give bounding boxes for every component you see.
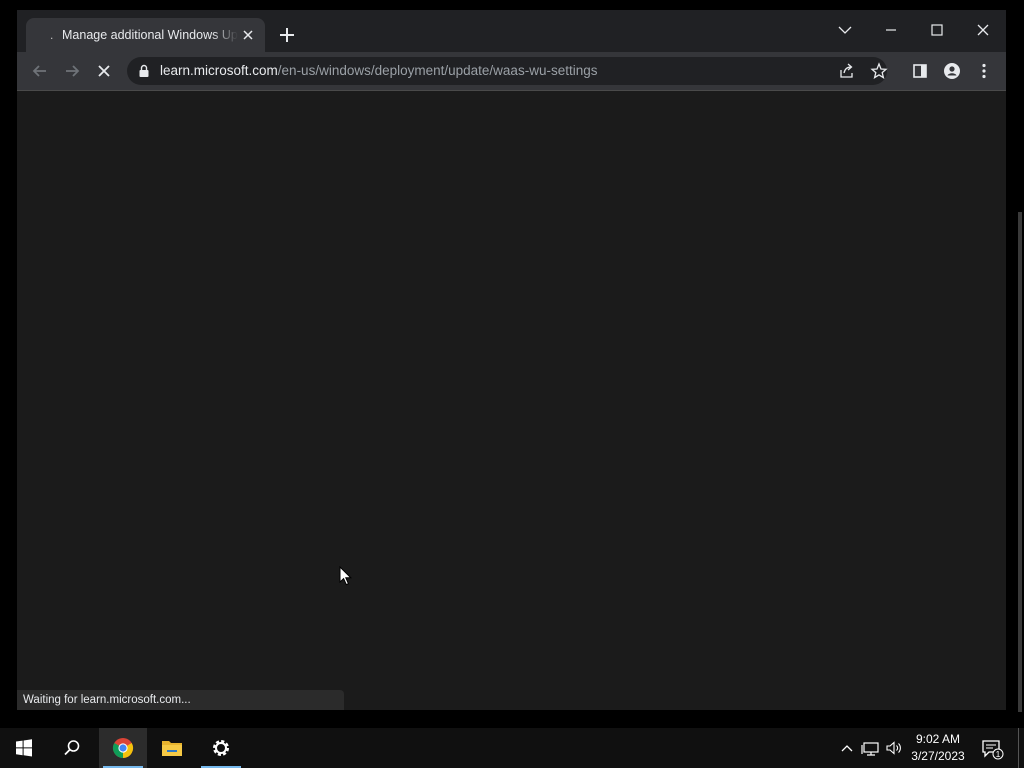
tab-title: Manage additional Windows Update setting… — [62, 28, 238, 42]
close-window-button[interactable] — [968, 16, 998, 44]
file-explorer-icon — [162, 741, 182, 756]
taskbar-clock[interactable]: 9:02 AM 3/27/2023 — [905, 731, 971, 765]
page-content[interactable] — [17, 91, 1006, 710]
title-bar: . Manage additional Windows Update setti… — [17, 10, 1006, 52]
profile-button[interactable] — [942, 61, 962, 81]
search-button[interactable] — [48, 728, 96, 768]
scrollbar[interactable] — [1018, 212, 1022, 712]
status-bubble: Waiting for learn.microsoft.com... — [17, 690, 344, 710]
url-path: /en-us/windows/deployment/update/waas-wu… — [277, 63, 598, 78]
back-button[interactable] — [30, 61, 50, 81]
search-icon — [64, 740, 80, 756]
side-panel-button[interactable] — [910, 61, 930, 81]
address-bar[interactable]: learn.microsoft.com/en-us/windows/deploy… — [127, 57, 888, 85]
loading-dot-icon: . — [50, 28, 54, 42]
start-button[interactable] — [0, 728, 48, 768]
browser-menu-button[interactable] — [974, 61, 994, 81]
lock-icon[interactable] — [138, 64, 150, 78]
forward-button[interactable] — [62, 61, 82, 81]
settings-taskbar-button[interactable] — [197, 728, 245, 768]
star-icon[interactable] — [870, 62, 888, 80]
browser-tab[interactable]: . Manage additional Windows Update setti… — [26, 18, 265, 52]
url-host: learn.microsoft.com — [160, 63, 278, 78]
tab-close-icon[interactable] — [240, 27, 256, 43]
new-tab-button[interactable] — [277, 25, 297, 45]
settings-icon — [213, 740, 229, 756]
clock-date: 3/27/2023 — [911, 749, 965, 763]
notification-count: 1 — [996, 749, 1001, 759]
maximize-button[interactable] — [922, 16, 952, 44]
chrome-icon — [112, 738, 134, 759]
start-icon — [16, 739, 32, 757]
network-icon[interactable] — [861, 738, 881, 758]
file-explorer-button[interactable] — [148, 728, 196, 768]
minimize-button[interactable] — [876, 16, 906, 44]
chrome-taskbar-button[interactable] — [99, 728, 147, 768]
stop-loading-button[interactable] — [94, 61, 114, 81]
taskbar — [0, 728, 1024, 768]
tab-search-button[interactable] — [830, 16, 860, 44]
share-icon[interactable] — [838, 62, 856, 80]
clock-time: 9:02 AM — [915, 732, 961, 746]
show-desktop-button[interactable] — [1018, 728, 1019, 768]
url-text[interactable]: learn.microsoft.com/en-us/windows/deploy… — [160, 63, 597, 79]
chevron-up-icon[interactable] — [837, 738, 857, 758]
mouse-cursor-icon — [339, 566, 353, 586]
browser-window: . Manage additional Windows Update setti… — [17, 10, 1006, 710]
notification-center-button[interactable]: 1 — [980, 737, 1004, 761]
browser-toolbar: learn.microsoft.com/en-us/windows/deploy… — [17, 52, 1006, 91]
volume-icon[interactable] — [884, 738, 904, 758]
